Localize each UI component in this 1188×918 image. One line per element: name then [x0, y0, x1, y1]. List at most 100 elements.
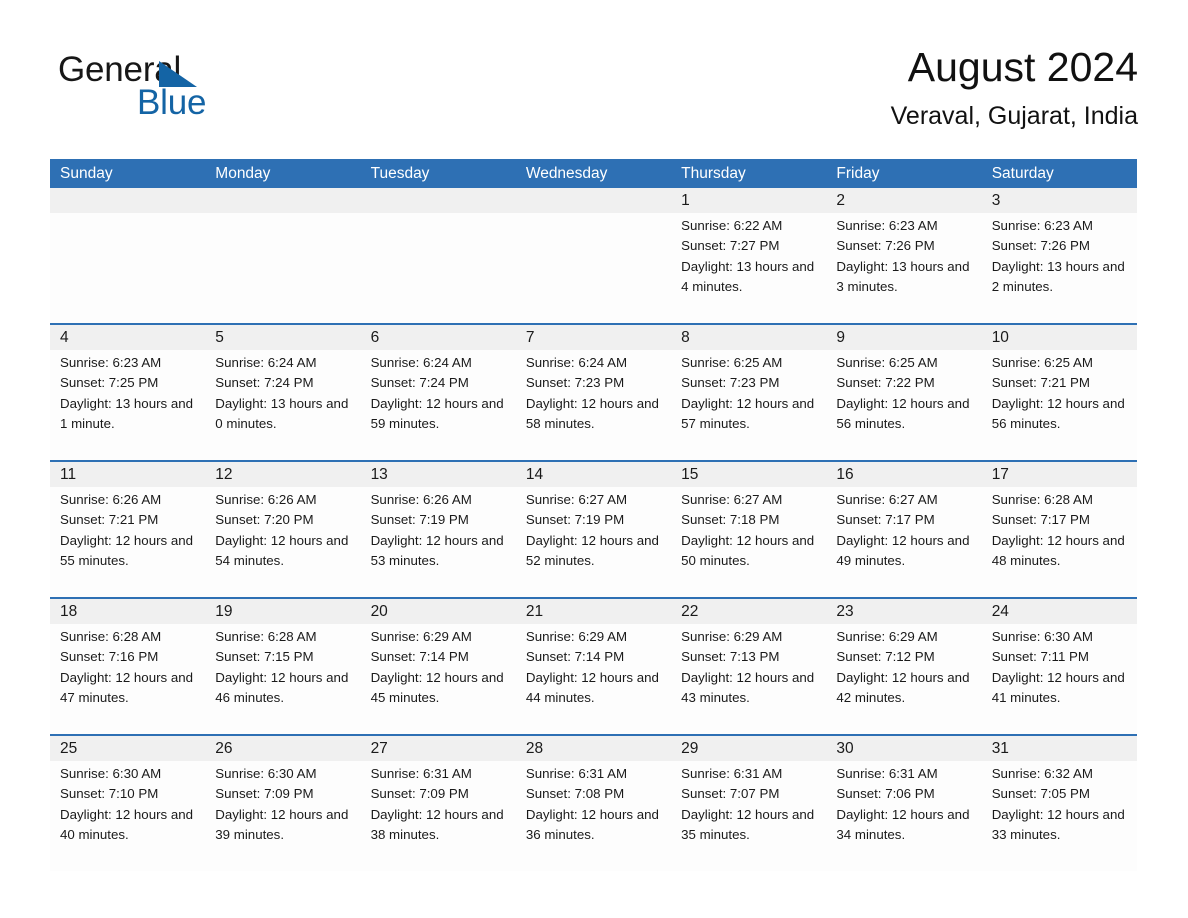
calendar-day-cell[interactable]: 11 Sunrise: 6:26 AM Sunset: 7:21 PM Dayligh… — [50, 462, 205, 597]
calendar-day-cell[interactable]: 14 Sunrise: 6:27 AM Sunset: 7:19 PM Dayligh… — [516, 462, 671, 597]
calendar-day-cell[interactable]: 9 Sunrise: 6:25 AM Sunset: 7:22 PM Daylight… — [826, 325, 981, 460]
daylight-text: Daylight: 12 hours and 42 minutes. — [836, 669, 970, 706]
sunrise-text: Sunrise: 6:23 AM — [991, 218, 1093, 233]
calendar-day-cell[interactable]: 30 Sunrise: 6:31 AM Sunset: 7:06 PM Dayligh… — [826, 736, 981, 871]
daylight-text: Daylight: 12 hours and 59 minutes. — [370, 395, 504, 432]
sunrise-text: Sunrise: 6:28 AM — [60, 629, 162, 644]
calendar-day-cell[interactable]: 3 Sunrise: 6:23 AM Sunset: 7:26 PM Daylight… — [982, 188, 1137, 323]
calendar-day-number: 23 — [836, 603, 854, 620]
calendar-day-cell[interactable]: 4 Sunrise: 6:23 AM Sunset: 7:25 PM Daylight… — [50, 325, 205, 460]
calendar-week-row: 25 Sunrise: 6:30 AM Sunset: 7:10 PM Dayligh… — [50, 734, 1137, 871]
weekday-header-monday: Monday — [215, 165, 271, 182]
calendar-day-cell[interactable]: 21 Sunrise: 6:29 AM Sunset: 7:14 PM Dayligh… — [516, 599, 671, 734]
daylight-text: Daylight: 12 hours and 38 minutes. — [370, 806, 504, 843]
calendar-day-number — [60, 188, 195, 213]
sunrise-text: Sunrise: 6:30 AM — [60, 766, 162, 781]
calendar-day-cell[interactable]: 20 Sunrise: 6:29 AM Sunset: 7:14 PM Dayligh… — [361, 599, 516, 734]
day-sun-info: Sunrise: 6:24 AM Sunset: 7:24 PM Daylight:… — [371, 353, 506, 435]
daylight-text: Daylight: 12 hours and 56 minutes. — [836, 395, 970, 432]
calendar-page: General Blue August 2024 Veraval, Gujara… — [0, 0, 1188, 918]
calendar-day-cell[interactable]: 8 Sunrise: 6:25 AM Sunset: 7:23 PM Daylight… — [671, 325, 826, 460]
day-sun-info: Sunrise: 6:31 AM Sunset: 7:07 PM Daylight:… — [681, 764, 816, 846]
calendar-day-cell[interactable]: 27 Sunrise: 6:31 AM Sunset: 7:09 PM Dayligh… — [361, 736, 516, 871]
calendar-day-cell[interactable]: 26 Sunrise: 6:30 AM Sunset: 7:09 PM Dayligh… — [205, 736, 360, 871]
sunset-text: Sunset: 7:19 PM — [370, 512, 469, 528]
calendar-week-row: 18 Sunrise: 6:28 AM Sunset: 7:16 PM Dayligh… — [50, 597, 1137, 734]
day-sun-info: Sunrise: 6:31 AM Sunset: 7:06 PM Daylight:… — [836, 764, 971, 846]
sunset-text: Sunset: 7:12 PM — [836, 649, 935, 665]
calendar-day-number: 18 — [60, 603, 78, 620]
day-sun-info: Sunrise: 6:28 AM Sunset: 7:15 PM Daylight:… — [215, 627, 350, 709]
weekday-header-wednesday: Wednesday — [525, 165, 608, 182]
title-block: August 2024 Veraval, Gujarat, India — [891, 44, 1138, 131]
calendar-week-row: 11 Sunrise: 6:26 AM Sunset: 7:21 PM Dayligh… — [50, 460, 1137, 597]
calendar-day-cell-empty — [205, 188, 360, 323]
calendar-day-cell[interactable]: 5 Sunrise: 6:24 AM Sunset: 7:24 PM Daylight… — [205, 325, 360, 460]
sunrise-text: Sunrise: 6:29 AM — [525, 629, 628, 644]
sunrise-text: Sunrise: 6:30 AM — [991, 629, 1093, 644]
weekday-header-sunday: Sunday — [60, 165, 113, 182]
calendar-day-cell[interactable]: 16 Sunrise: 6:27 AM Sunset: 7:17 PM Dayligh… — [826, 462, 981, 597]
weekday-header-thursday: Thursday — [681, 165, 746, 182]
sunrise-text: Sunrise: 6:27 AM — [836, 492, 938, 507]
calendar-day-cell[interactable]: 25 Sunrise: 6:30 AM Sunset: 7:10 PM Dayligh… — [50, 736, 205, 871]
calendar-week-row: 1 Sunrise: 6:22 AM Sunset: 7:27 PM Daylight… — [50, 188, 1137, 323]
calendar-day-cell[interactable]: 29 Sunrise: 6:31 AM Sunset: 7:07 PM Dayligh… — [671, 736, 826, 871]
sunrise-text: Sunrise: 6:24 AM — [525, 355, 628, 370]
sunrise-text: Sunrise: 6:22 AM — [681, 218, 783, 233]
day-sun-info: Sunrise: 6:27 AM Sunset: 7:17 PM Daylight:… — [836, 490, 971, 572]
generalblue-logo[interactable]: General Blue — [58, 52, 318, 144]
daylight-text: Daylight: 12 hours and 49 minutes. — [836, 532, 970, 569]
day-sun-info: Sunrise: 6:22 AM Sunset: 7:27 PM Daylight:… — [681, 216, 816, 298]
calendar-day-cell[interactable]: 22 Sunrise: 6:29 AM Sunset: 7:13 PM Dayligh… — [671, 599, 826, 734]
calendar-day-cell[interactable]: 31 Sunrise: 6:32 AM Sunset: 7:05 PM Dayligh… — [982, 736, 1137, 871]
daylight-text: Daylight: 12 hours and 46 minutes. — [215, 669, 349, 706]
sunset-text: Sunset: 7:05 PM — [991, 786, 1090, 802]
daylight-text: Daylight: 12 hours and 44 minutes. — [525, 669, 659, 706]
calendar-day-cell[interactable]: 6 Sunrise: 6:24 AM Sunset: 7:24 PM Daylight… — [361, 325, 516, 460]
sunset-text: Sunset: 7:27 PM — [681, 238, 780, 254]
calendar-day-cell[interactable]: 2 Sunrise: 6:23 AM Sunset: 7:26 PM Daylight… — [826, 188, 981, 323]
calendar-day-cell[interactable]: 12 Sunrise: 6:26 AM Sunset: 7:20 PM Dayligh… — [205, 462, 360, 597]
day-sun-info: Sunrise: 6:26 AM Sunset: 7:19 PM Daylight:… — [371, 490, 506, 572]
sunrise-text: Sunrise: 6:28 AM — [215, 629, 317, 644]
daylight-text: Daylight: 12 hours and 56 minutes. — [991, 395, 1125, 432]
calendar-day-cell[interactable]: 13 Sunrise: 6:26 AM Sunset: 7:19 PM Dayligh… — [361, 462, 516, 597]
sunset-text: Sunset: 7:09 PM — [215, 786, 314, 802]
calendar-day-number — [526, 188, 661, 213]
daylight-text: Daylight: 12 hours and 57 minutes. — [681, 395, 815, 432]
calendar-day-cell[interactable]: 10 Sunrise: 6:25 AM Sunset: 7:21 PM Dayligh… — [982, 325, 1137, 460]
calendar-day-cell[interactable]: 17 Sunrise: 6:28 AM Sunset: 7:17 PM Dayligh… — [982, 462, 1137, 597]
calendar-day-cell[interactable]: 18 Sunrise: 6:28 AM Sunset: 7:16 PM Dayligh… — [50, 599, 205, 734]
calendar-day-cell[interactable]: 28 Sunrise: 6:31 AM Sunset: 7:08 PM Dayligh… — [516, 736, 671, 871]
daylight-text: Daylight: 12 hours and 34 minutes. — [836, 806, 970, 843]
sunset-text: Sunset: 7:24 PM — [215, 375, 314, 391]
day-sun-info: Sunrise: 6:23 AM Sunset: 7:26 PM Daylight:… — [836, 216, 971, 298]
sunset-text: Sunset: 7:10 PM — [60, 786, 159, 802]
calendar-day-number: 25 — [60, 740, 78, 757]
calendar-day-number — [371, 188, 506, 213]
sunrise-text: Sunrise: 6:26 AM — [370, 492, 472, 507]
calendar-day-number: 5 — [215, 329, 224, 346]
calendar-day-cell[interactable]: 1 Sunrise: 6:22 AM Sunset: 7:27 PM Daylight… — [671, 188, 826, 323]
calendar-day-number: 8 — [681, 329, 690, 346]
calendar-day-number: 13 — [370, 466, 388, 483]
calendar-day-number: 6 — [370, 329, 380, 346]
calendar-day-cell[interactable]: 24 Sunrise: 6:30 AM Sunset: 7:11 PM Dayligh… — [982, 599, 1137, 734]
calendar-day-number: 4 — [60, 329, 69, 346]
sunrise-text: Sunrise: 6:28 AM — [991, 492, 1093, 507]
sunset-text: Sunset: 7:11 PM — [991, 649, 1090, 665]
calendar-day-number: 11 — [60, 466, 77, 483]
calendar-day-cell[interactable]: 23 Sunrise: 6:29 AM Sunset: 7:12 PM Dayligh… — [826, 599, 981, 734]
calendar-day-cell[interactable]: 7 Sunrise: 6:24 AM Sunset: 7:23 PM Daylight… — [516, 325, 671, 460]
daylight-text: Daylight: 12 hours and 35 minutes. — [681, 806, 815, 843]
daylight-text: Daylight: 12 hours and 58 minutes. — [525, 395, 659, 432]
sunrise-text: Sunrise: 6:25 AM — [991, 355, 1093, 370]
calendar-day-cell[interactable]: 15 Sunrise: 6:27 AM Sunset: 7:18 PM Dayligh… — [671, 462, 826, 597]
calendar-day-number: 26 — [215, 740, 233, 757]
calendar-day-number: 14 — [525, 466, 544, 483]
day-sun-info: Sunrise: 6:23 AM Sunset: 7:25 PM Daylight:… — [60, 353, 195, 435]
sunrise-text: Sunrise: 6:31 AM — [525, 766, 628, 781]
day-sun-info: Sunrise: 6:27 AM Sunset: 7:19 PM Daylight:… — [526, 490, 661, 572]
calendar-day-cell[interactable]: 19 Sunrise: 6:28 AM Sunset: 7:15 PM Dayligh… — [205, 599, 360, 734]
